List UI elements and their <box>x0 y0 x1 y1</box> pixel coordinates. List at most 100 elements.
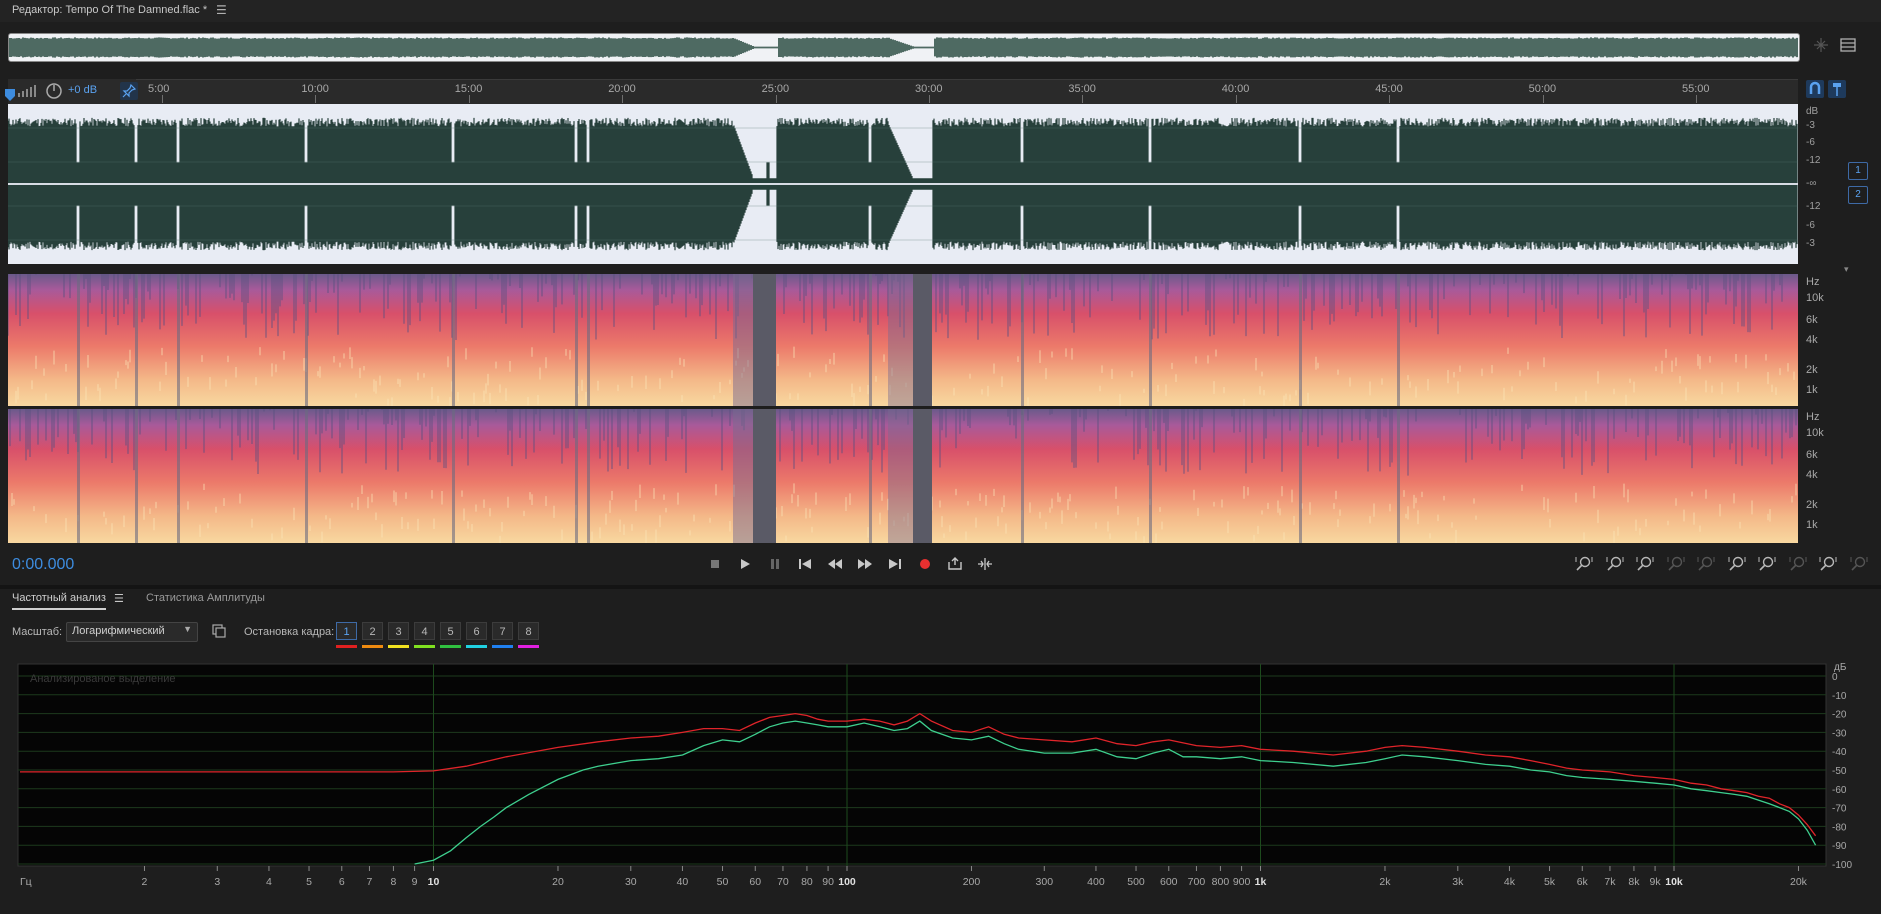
x-tick-label: 300 <box>1036 876 1054 888</box>
waveform-svg <box>8 117 1798 251</box>
freeze-frame-button-8[interactable]: 8 <box>518 622 539 640</box>
zoom-in-left-button[interactable] <box>1725 554 1749 576</box>
record-icon <box>919 558 931 573</box>
freeze-frame-swatch <box>362 645 383 648</box>
marker-pin-button[interactable] <box>1828 80 1846 98</box>
freeze-frame-button-1[interactable]: 1 <box>336 622 357 640</box>
frequency-spectrum-chart[interactable]: 0 -10 -20 -30 -40 -50 -60 -70 -80 -90 -100 дБ 2 3 4 5 6 7… <box>10 658 1870 898</box>
tab-amplitude-statistics[interactable]: Статистика Амплитуды <box>146 592 265 604</box>
loop-playback-button[interactable] <box>944 554 966 576</box>
zoom-reset-icon <box>1819 556 1837 575</box>
record-button[interactable] <box>914 554 936 576</box>
ruler-tick <box>775 95 777 103</box>
channel-2-badge[interactable]: 2 <box>1848 186 1868 204</box>
hamburger-menu-icon[interactable]: ☰ <box>216 3 227 17</box>
x-tick-label: 60 <box>749 876 761 888</box>
zoom-in-time-button[interactable] <box>1633 554 1657 576</box>
db-scale-label: -6 <box>1806 220 1815 231</box>
freeze-frame-button-4[interactable]: 4 <box>414 622 435 640</box>
x-tick-label: 80 <box>801 876 813 888</box>
spectrogram-channel-2[interactable] <box>8 409 1798 543</box>
go-to-start-button[interactable] <box>794 554 816 576</box>
hz-scale-label: Hz <box>1806 411 1820 423</box>
zoom-in-right-icon <box>1758 556 1776 575</box>
x-tick-label: 70 <box>777 876 789 888</box>
stop-button[interactable] <box>704 554 726 576</box>
ruler-tick-label: 10:00 <box>301 83 329 95</box>
fast-forward-button[interactable] <box>854 554 876 576</box>
channel-1-badge[interactable]: 1 <box>1848 162 1868 180</box>
pin-hud-button[interactable] <box>120 82 138 100</box>
y-tick-label: -10 <box>1832 691 1847 702</box>
pause-icon <box>769 558 781 573</box>
freeze-frame-button-6[interactable]: 6 <box>466 622 487 640</box>
db-scale-label: -3 <box>1806 238 1815 249</box>
current-time-display[interactable]: 0:00.000 <box>12 556 74 574</box>
ruler-tick <box>1696 95 1697 103</box>
freeze-frame-swatch <box>388 645 409 648</box>
ruler-tick <box>1235 95 1237 103</box>
freeze-frame-swatch <box>414 645 435 648</box>
zoom-in-time-icon <box>1636 556 1654 575</box>
skip-selection-button[interactable] <box>974 554 996 576</box>
ruler-tick <box>1082 95 1084 103</box>
zoom-full-button[interactable] <box>1694 554 1718 576</box>
x-tick-label: 5k <box>1544 876 1556 888</box>
zoom-out-time-button[interactable] <box>1664 554 1688 576</box>
playhead-marker-icon[interactable] <box>3 88 17 102</box>
hz-scale-label: Hz <box>1806 276 1820 288</box>
x-tick-label: 7k <box>1604 876 1616 888</box>
zoom-out-amplitude-button[interactable] <box>1603 554 1627 576</box>
spectrogram-channel-1[interactable] <box>8 274 1798 406</box>
go-to-start-icon <box>798 558 812 573</box>
panel-layout-icon[interactable] <box>1840 37 1856 53</box>
waveform-display[interactable] <box>8 104 1798 264</box>
level-bars-icon[interactable] <box>16 84 38 98</box>
scale-select[interactable]: Логарифмический ▼ <box>66 622 198 642</box>
tab-frequency-analysis[interactable]: Частотный анализ <box>12 592 106 610</box>
freeze-frame-swatch <box>466 645 487 648</box>
x-tick-label: 1k <box>1255 876 1267 888</box>
hz-scale-label: 2k <box>1806 499 1818 511</box>
freeze-frame-button-3[interactable]: 3 <box>388 622 409 640</box>
x-tick-label: 500 <box>1127 876 1145 888</box>
volume-knob-icon[interactable] <box>45 82 63 100</box>
freeze-frame-swatch <box>440 645 461 648</box>
freeze-frame-icon[interactable] <box>212 624 226 638</box>
freeze-frame-button-2[interactable]: 2 <box>362 622 383 640</box>
editor-header <box>0 0 1881 22</box>
x-tick-label: 10 <box>428 876 440 888</box>
skip-selection-icon <box>977 557 993 574</box>
x-tick-label: 700 <box>1188 876 1206 888</box>
play-button[interactable] <box>734 554 756 576</box>
rewind-button[interactable] <box>824 554 846 576</box>
ruler-tick <box>315 95 317 103</box>
zoom-in-amplitude-button[interactable] <box>1572 554 1596 576</box>
gain-value[interactable]: +0 dB <box>68 84 97 96</box>
x-tick-label: 9k <box>1650 876 1662 888</box>
panel-divider[interactable] <box>0 585 1881 589</box>
play-icon <box>739 558 751 573</box>
zoom-in-right-button[interactable] <box>1755 554 1779 576</box>
go-to-end-button[interactable] <box>884 554 906 576</box>
scale-select-value: Логарифмический <box>72 625 165 637</box>
db-scale-label: -6 <box>1806 137 1815 148</box>
x-tick-label: 7 <box>367 876 373 888</box>
pause-button[interactable] <box>764 554 786 576</box>
collapse-arrow-icon[interactable]: ▾ <box>1844 264 1849 275</box>
y-tick-label: -80 <box>1832 822 1847 833</box>
overview-waveform[interactable] <box>8 33 1800 62</box>
zoom-navigator-icon[interactable] <box>1812 36 1830 54</box>
y-tick-label: 0 <box>1832 672 1838 683</box>
freeze-frame-button-5[interactable]: 5 <box>440 622 461 640</box>
tab-menu-icon[interactable]: ☰ <box>114 592 124 605</box>
freeze-frame-button-7[interactable]: 7 <box>492 622 513 640</box>
zoom-extra-button[interactable] <box>1847 554 1871 576</box>
snap-button[interactable] <box>1806 80 1824 98</box>
ruler-tick <box>1389 95 1391 103</box>
zoom-selection-button[interactable] <box>1786 554 1810 576</box>
x-tick-label: 100 <box>838 876 856 888</box>
zoom-reset-button[interactable] <box>1816 554 1840 576</box>
zoom-full-icon <box>1697 556 1715 575</box>
db-scale: dB -3 -6 -12 -∞ -12 -6 -3 <box>1802 104 1842 264</box>
